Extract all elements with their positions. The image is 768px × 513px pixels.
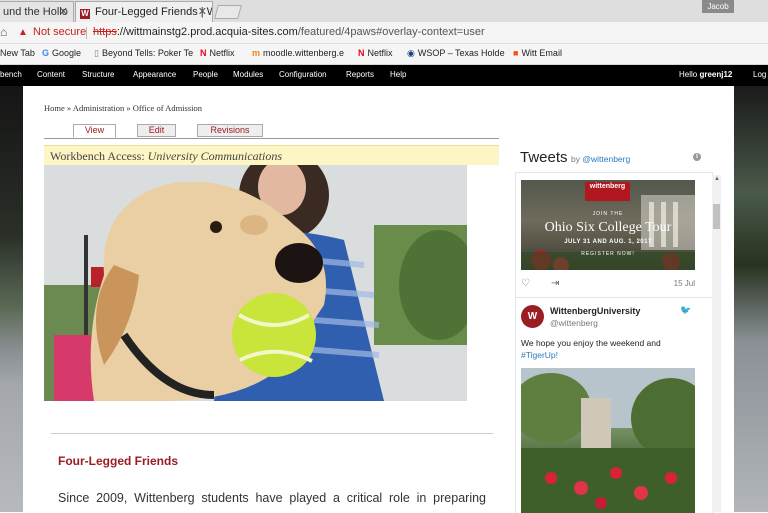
bookmark-new-tab[interactable]: New Tab xyxy=(0,48,35,58)
article-title: Four-Legged Friends xyxy=(58,454,178,468)
workbench-access-banner: Workbench Access: University Communicati… xyxy=(44,145,499,165)
browser-tab-active[interactable]: W Four-Legged Friends | W ✕ xyxy=(75,1,213,22)
scrollbar-thumb[interactable] xyxy=(713,204,720,229)
share-icon[interactable]: ⇥ xyxy=(551,278,559,289)
page-icon: ▯ xyxy=(94,48,99,58)
tweet-date[interactable]: 15 Jul xyxy=(674,279,695,288)
admin-menu-modules[interactable]: Modules xyxy=(233,70,263,79)
hashtag-link[interactable]: #TigerUp! xyxy=(521,350,558,360)
wittenberg-logo: wittenberg xyxy=(585,182,630,201)
twitter-bird-icon[interactable]: 🐦 xyxy=(680,305,691,316)
page-tabs: View Edit Revisions xyxy=(44,124,499,139)
browser-tab-bar: und the Hollo ✕ W Four-Legged Friends | W… xyxy=(0,0,768,22)
promo-register: REGISTER NOW! xyxy=(581,251,635,257)
bookmark-beyond-tells[interactable]: ▯ Beyond Tells: Poker Te xyxy=(94,48,193,59)
heart-icon[interactable]: ♡ xyxy=(521,278,530,289)
url-field[interactable]: https://wittmainstg2.prod.acquia-sites.c… xyxy=(93,26,485,38)
admin-menu-workbench[interactable]: bench xyxy=(0,70,22,79)
google-icon: G xyxy=(42,48,50,58)
scroll-up-icon[interactable]: ▲ xyxy=(714,176,720,182)
url-path: /featured/4paws#overlay-context=user xyxy=(297,26,485,38)
bookmark-netflix-2[interactable]: N Netflix xyxy=(358,48,393,58)
wsop-icon: ◉ xyxy=(407,48,415,58)
close-icon[interactable]: ✕ xyxy=(59,5,68,18)
netflix-icon: N xyxy=(200,48,207,58)
background-photo-left xyxy=(0,86,23,512)
browser-tab-inactive[interactable]: und the Hollo ✕ xyxy=(0,1,74,22)
tab-label: Four-Legged Friends | W xyxy=(95,6,213,18)
tweets-scrollbar[interactable]: ▲ xyxy=(712,175,721,512)
admin-logout-link[interactable]: Log xyxy=(753,70,766,79)
tab-view[interactable]: View xyxy=(73,124,116,138)
background-photo-right xyxy=(734,86,768,512)
tweets-feed[interactable]: wittenberg JOIN THE Ohio Six College Tou… xyxy=(515,172,713,513)
profile-button[interactable]: Jacob xyxy=(702,0,734,13)
tour-promo-image[interactable]: wittenberg JOIN THE Ohio Six College Tou… xyxy=(521,180,695,270)
promo-dates: JULY 31 AND AUG. 1, 2017 xyxy=(564,239,652,245)
twitter-timeline-widget: Tweets by @wittenberg i wittenberg JOIN … xyxy=(510,145,734,513)
tweets-by-line: by @wittenberg xyxy=(571,154,631,164)
breadcrumb[interactable]: Home » Administration » Office of Admiss… xyxy=(44,103,202,113)
tweet-text: We hope you enjoy the weekend and #TigerU… xyxy=(521,338,661,360)
windows-icon: ■ xyxy=(513,48,519,58)
address-bar: ⌂ ▲ Not secure https://wittmainstg2.prod… xyxy=(0,22,768,44)
bookmark-wsop[interactable]: ◉ WSOP – Texas Holde xyxy=(407,48,505,59)
admin-menu-content[interactable]: Content xyxy=(37,70,65,79)
close-icon[interactable]: ✕ xyxy=(198,5,207,18)
tweets-heading: Tweets xyxy=(520,149,568,166)
divider xyxy=(86,27,87,39)
security-indicator[interactable]: Not secure xyxy=(33,26,86,38)
bookmark-witt-email[interactable]: ■ Witt Email xyxy=(513,48,562,58)
warning-icon[interactable]: ▲ xyxy=(18,27,28,38)
bookmark-netflix[interactable]: N Netflix xyxy=(200,48,235,58)
tweet-actions: ♡ ⇥ 15 Jul xyxy=(521,278,695,292)
promo-title: Ohio Six College Tour xyxy=(544,220,672,235)
new-tab-button[interactable] xyxy=(214,5,242,19)
url-scheme: https xyxy=(93,26,117,38)
admin-menu-help[interactable]: Help xyxy=(390,70,406,79)
tweet-author-handle[interactable]: @wittenberg xyxy=(550,318,598,328)
bookmarks-bar: New Tab G Google ▯ Beyond Tells: Poker Te … xyxy=(0,44,768,65)
admin-menu-reports[interactable]: Reports xyxy=(346,70,374,79)
article-divider xyxy=(51,433,493,434)
admin-menu-people[interactable]: People xyxy=(193,70,218,79)
content-panel: Home » Administration » Office of Admiss… xyxy=(23,86,734,513)
admin-menu-structure[interactable]: Structure xyxy=(82,70,114,79)
netflix-icon: N xyxy=(358,48,365,58)
home-icon[interactable]: ⌂ xyxy=(0,25,7,39)
bookmark-google[interactable]: G Google xyxy=(42,48,81,58)
campus-garden-illustration xyxy=(521,368,695,513)
tweet-divider xyxy=(516,297,712,298)
tab-edit[interactable]: Edit xyxy=(137,124,176,137)
url-host: ://wittmainstg2.prod.acquia-sites.com xyxy=(116,26,298,38)
avatar[interactable]: W xyxy=(521,305,544,328)
workbench-label: Workbench Access: xyxy=(50,149,145,163)
info-icon[interactable]: i xyxy=(693,153,701,161)
tweets-handle-link[interactable]: @wittenberg xyxy=(582,154,630,164)
admin-menu-configuration[interactable]: Configuration xyxy=(279,70,327,79)
promo-join-text: JOIN THE xyxy=(592,211,624,217)
wittenberg-favicon-icon: W xyxy=(80,9,90,19)
tab-revisions[interactable]: Revisions xyxy=(197,124,263,137)
admin-toolbar: bench Content Structure Appearance Peopl… xyxy=(0,65,768,86)
bookmark-moodle[interactable]: m moodle.wittenberg.e xyxy=(252,48,344,58)
tweet-author-name[interactable]: WittenbergUniversity xyxy=(550,306,640,316)
featured-dog-photo xyxy=(44,165,467,401)
dog-with-ball-illustration xyxy=(44,165,467,401)
moodle-icon: m xyxy=(252,48,261,58)
admin-menu-appearance[interactable]: Appearance xyxy=(133,70,176,79)
workbench-value: University Communications xyxy=(147,149,282,163)
article-body: Since 2009, Wittenberg students have pla… xyxy=(58,491,486,505)
tweet-photo[interactable] xyxy=(521,368,695,513)
admin-user-greeting[interactable]: Hello greenj12 xyxy=(679,70,732,79)
